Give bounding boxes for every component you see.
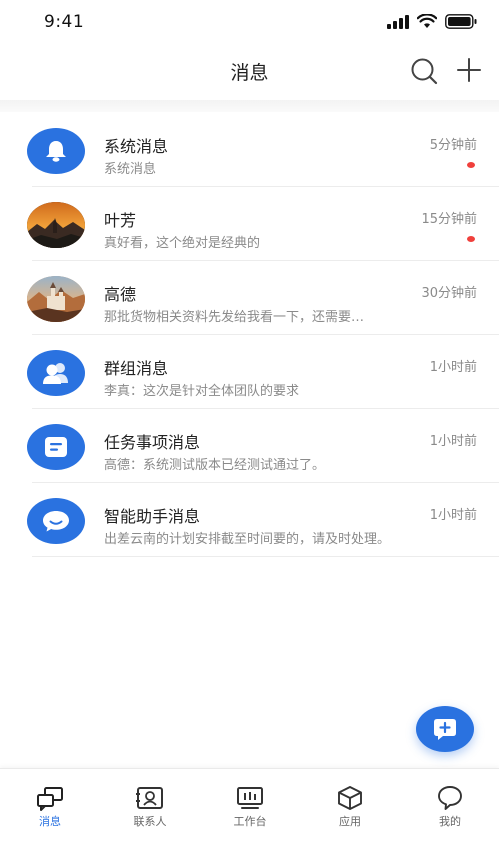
message-title: 系统消息	[104, 137, 169, 156]
avatar	[27, 276, 85, 322]
message-title: 群组消息	[104, 359, 169, 378]
unread-dot	[467, 162, 475, 168]
tab-label: 消息	[39, 815, 61, 828]
add-conversation-icon	[434, 719, 456, 740]
bell-icon	[46, 141, 66, 162]
message-time: 1小时前	[429, 508, 477, 523]
contacts-icon	[136, 787, 163, 809]
message-preview: 真好看，这个绝对是经典的	[104, 236, 261, 251]
message-title: 任务事项消息	[104, 433, 201, 452]
castle-photo	[27, 276, 85, 322]
tab-profile[interactable]: 我的	[400, 769, 499, 833]
avatar	[27, 202, 85, 248]
message-preview: 高德：系统测试版本已经测试通过了。	[104, 458, 326, 473]
plus-icon[interactable]	[455, 56, 483, 84]
tab-contacts[interactable]: 联系人	[100, 769, 200, 833]
message-preview: 那批货物相关资料先发给我看一下，还需要…	[104, 310, 365, 325]
search-icon[interactable]	[409, 56, 439, 86]
tab-label: 我的	[439, 815, 461, 828]
wifi-icon	[417, 14, 437, 28]
tab-label: 联系人	[133, 815, 167, 828]
tab-messages[interactable]: 消息	[0, 769, 100, 833]
status-bar: 9:41	[0, 0, 499, 44]
section-divider	[0, 100, 499, 112]
message-preview: 李真：这次是针对全体团队的要求	[104, 384, 300, 399]
list-item[interactable]: 智能助手消息 1小时前 出差云南的计划安排截至时间要的，请及时处理。	[0, 483, 499, 557]
tab-label: 工作台	[233, 815, 267, 828]
message-title: 智能助手消息	[104, 507, 201, 526]
avatar	[27, 498, 85, 544]
message-time: 1小时前	[429, 434, 477, 449]
message-time: 1小时前	[429, 360, 477, 375]
status-time: 9:41	[44, 12, 85, 32]
list-item[interactable]: 系统消息 5分钟前 系统消息	[0, 113, 499, 187]
task-icon	[45, 437, 67, 457]
unread-dot	[467, 236, 475, 242]
workbench-icon	[237, 787, 263, 809]
list-item[interactable]: 群组消息 1小时前 李真：这次是针对全体团队的要求	[0, 335, 499, 409]
message-title: 高德	[104, 285, 137, 304]
message-title: 叶芳	[104, 211, 137, 230]
message-time: 5分钟前	[429, 138, 477, 153]
message-preview: 系统消息	[104, 162, 157, 177]
list-item[interactable]: 任务事项消息 1小时前 高德：系统测试版本已经测试通过了。	[0, 409, 499, 483]
profile-icon	[438, 786, 462, 810]
tab-apps[interactable]: 应用	[300, 769, 400, 833]
messages-icon	[37, 787, 63, 811]
message-list: 系统消息 5分钟前 系统消息 叶芳 15分钟前 真好看，这个绝对是经典的 高德 …	[0, 113, 499, 557]
avatar	[27, 350, 85, 396]
list-item[interactable]: 高德 30分钟前 那批货物相关资料先发给我看一下，还需要…	[0, 261, 499, 335]
apps-icon	[338, 786, 362, 810]
add-conversation-button[interactable]	[416, 706, 474, 752]
battery-icon	[445, 14, 477, 29]
cellular-signal-icon	[387, 14, 409, 29]
nav-bar: 消息	[0, 44, 499, 100]
chat-bubble-icon	[43, 511, 69, 532]
avatar	[27, 424, 85, 470]
tab-workbench[interactable]: 工作台	[200, 769, 300, 833]
tab-bar: 消息 联系人 工作台 应用 我的	[0, 768, 499, 855]
avatar	[27, 128, 85, 174]
list-item[interactable]: 叶芳 15分钟前 真好看，这个绝对是经典的	[0, 187, 499, 261]
landscape-photo	[27, 202, 85, 248]
message-time: 15分钟前	[421, 212, 477, 227]
tab-label: 应用	[339, 815, 361, 828]
message-time: 30分钟前	[421, 286, 477, 301]
message-preview: 出差云南的计划安排截至时间要的，请及时处理。	[104, 532, 391, 547]
status-icons	[387, 14, 477, 29]
group-icon	[43, 363, 68, 384]
